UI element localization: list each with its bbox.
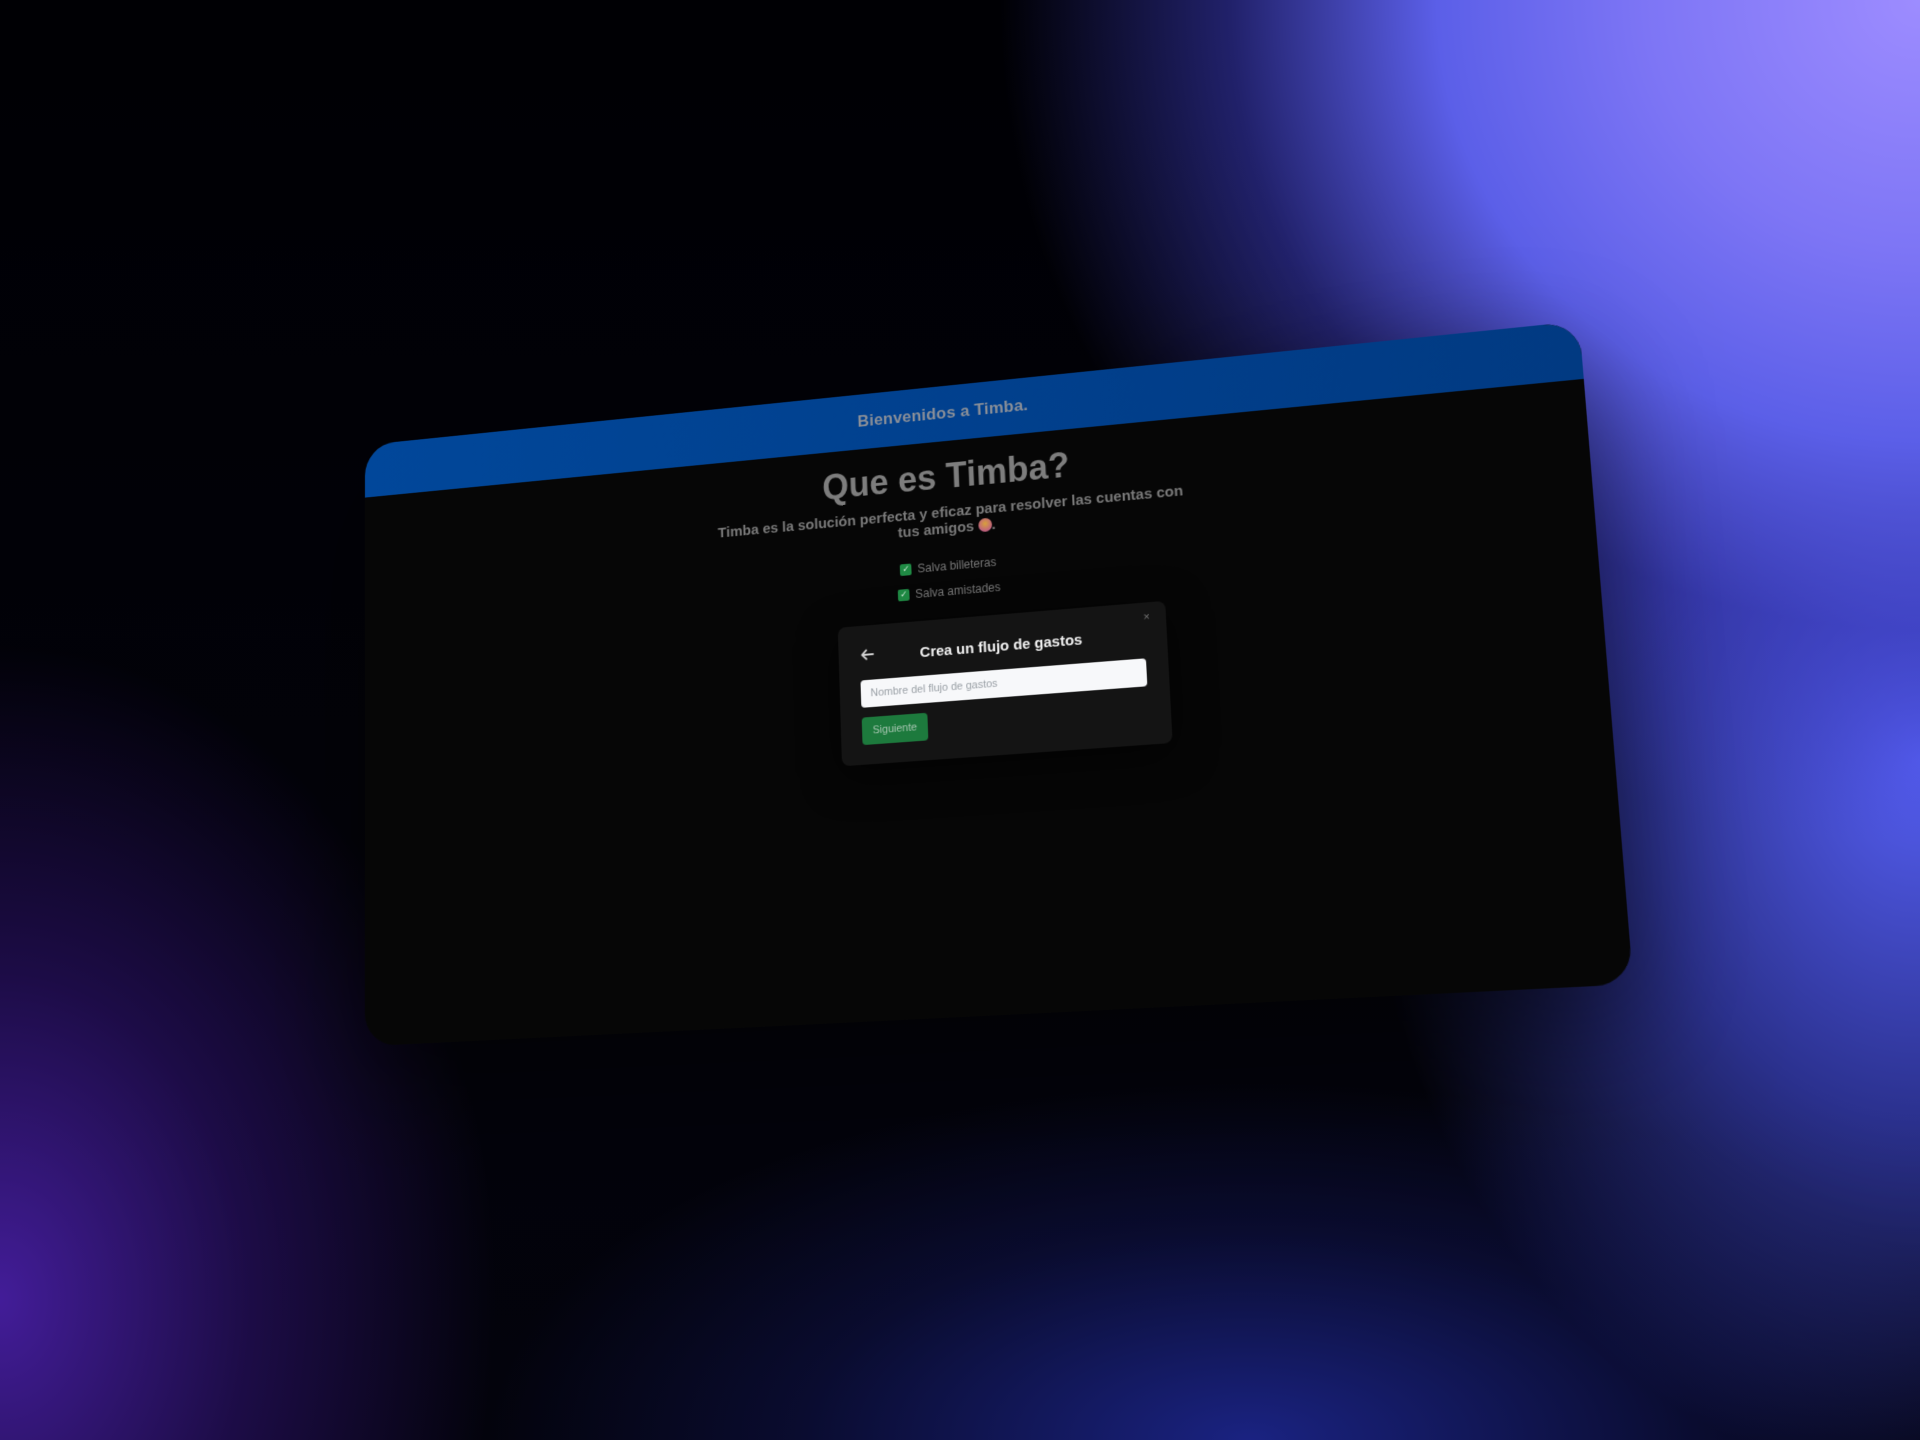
create-flow-modal: Crea un flujo de gastos × Siguiente bbox=[837, 600, 1173, 767]
banner-title: Bienvenidos a Timba. bbox=[857, 395, 1029, 431]
smiling-face-emoji-icon bbox=[977, 517, 992, 533]
checkbox-icon: ✓ bbox=[897, 588, 910, 601]
app-screen: Bienvenidos a Timba. Que es Timba? Timba… bbox=[364, 321, 1634, 1047]
close-icon[interactable]: × bbox=[1143, 611, 1150, 623]
feature-item: ✓ Salva amistades bbox=[897, 579, 1001, 602]
description-suffix: . bbox=[991, 516, 997, 534]
feature-label: Salva amistades bbox=[914, 579, 1001, 601]
feature-item: ✓ Salva billeteras bbox=[900, 555, 996, 577]
checkbox-icon: ✓ bbox=[900, 562, 912, 576]
next-button[interactable]: Siguiente bbox=[861, 712, 929, 746]
feature-label: Salva billeteras bbox=[917, 554, 997, 576]
feature-list: ✓ Salva billeteras ✓ Salva amistades bbox=[897, 554, 1001, 602]
arrow-left-icon[interactable] bbox=[859, 646, 875, 663]
modal-title: Crea un flujo de gastos bbox=[919, 630, 1083, 661]
